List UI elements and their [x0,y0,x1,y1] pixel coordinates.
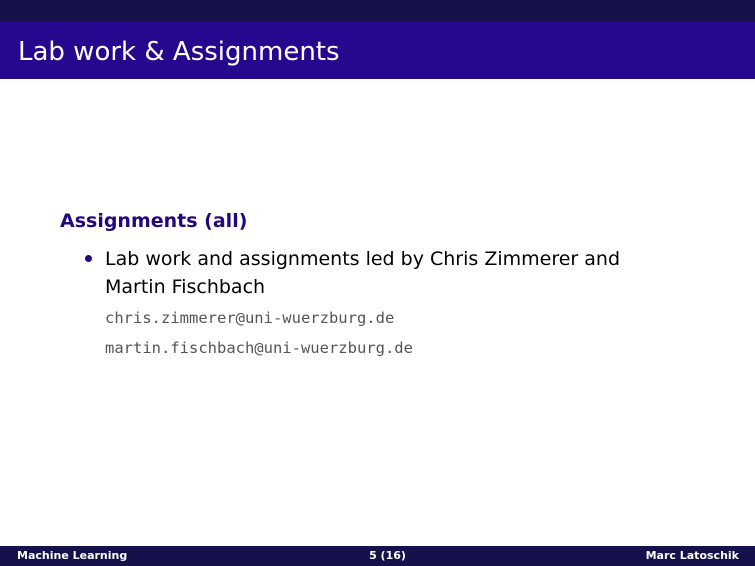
footer-author: Marc Latoschik [645,549,739,562]
block-title: Assignments (all) [60,210,248,232]
bullet-icon [85,255,92,262]
footer-page-number: 5 (16) [369,549,406,562]
assignments-block: Assignments (all) Lab work and assignmen… [60,207,710,363]
email-chris: chris.zimmerer@uni-wuerzburg.de [105,309,395,327]
bullet-list: Lab work and assignments led by Chris Zi… [60,245,710,363]
header-strip [0,0,755,21]
email-martin: martin.fischbach@uni-wuerzburg.de [105,339,413,357]
bullet-item: Lab work and assignments led by Chris Zi… [60,245,710,363]
footer-bar: Machine Learning 5 (16) Marc Latoschik [0,546,755,566]
bullet-text: Lab work and assignments led by Chris Zi… [105,248,621,298]
footer-course: Machine Learning [17,549,128,562]
slide-title: Lab work & Assignments [18,37,340,67]
